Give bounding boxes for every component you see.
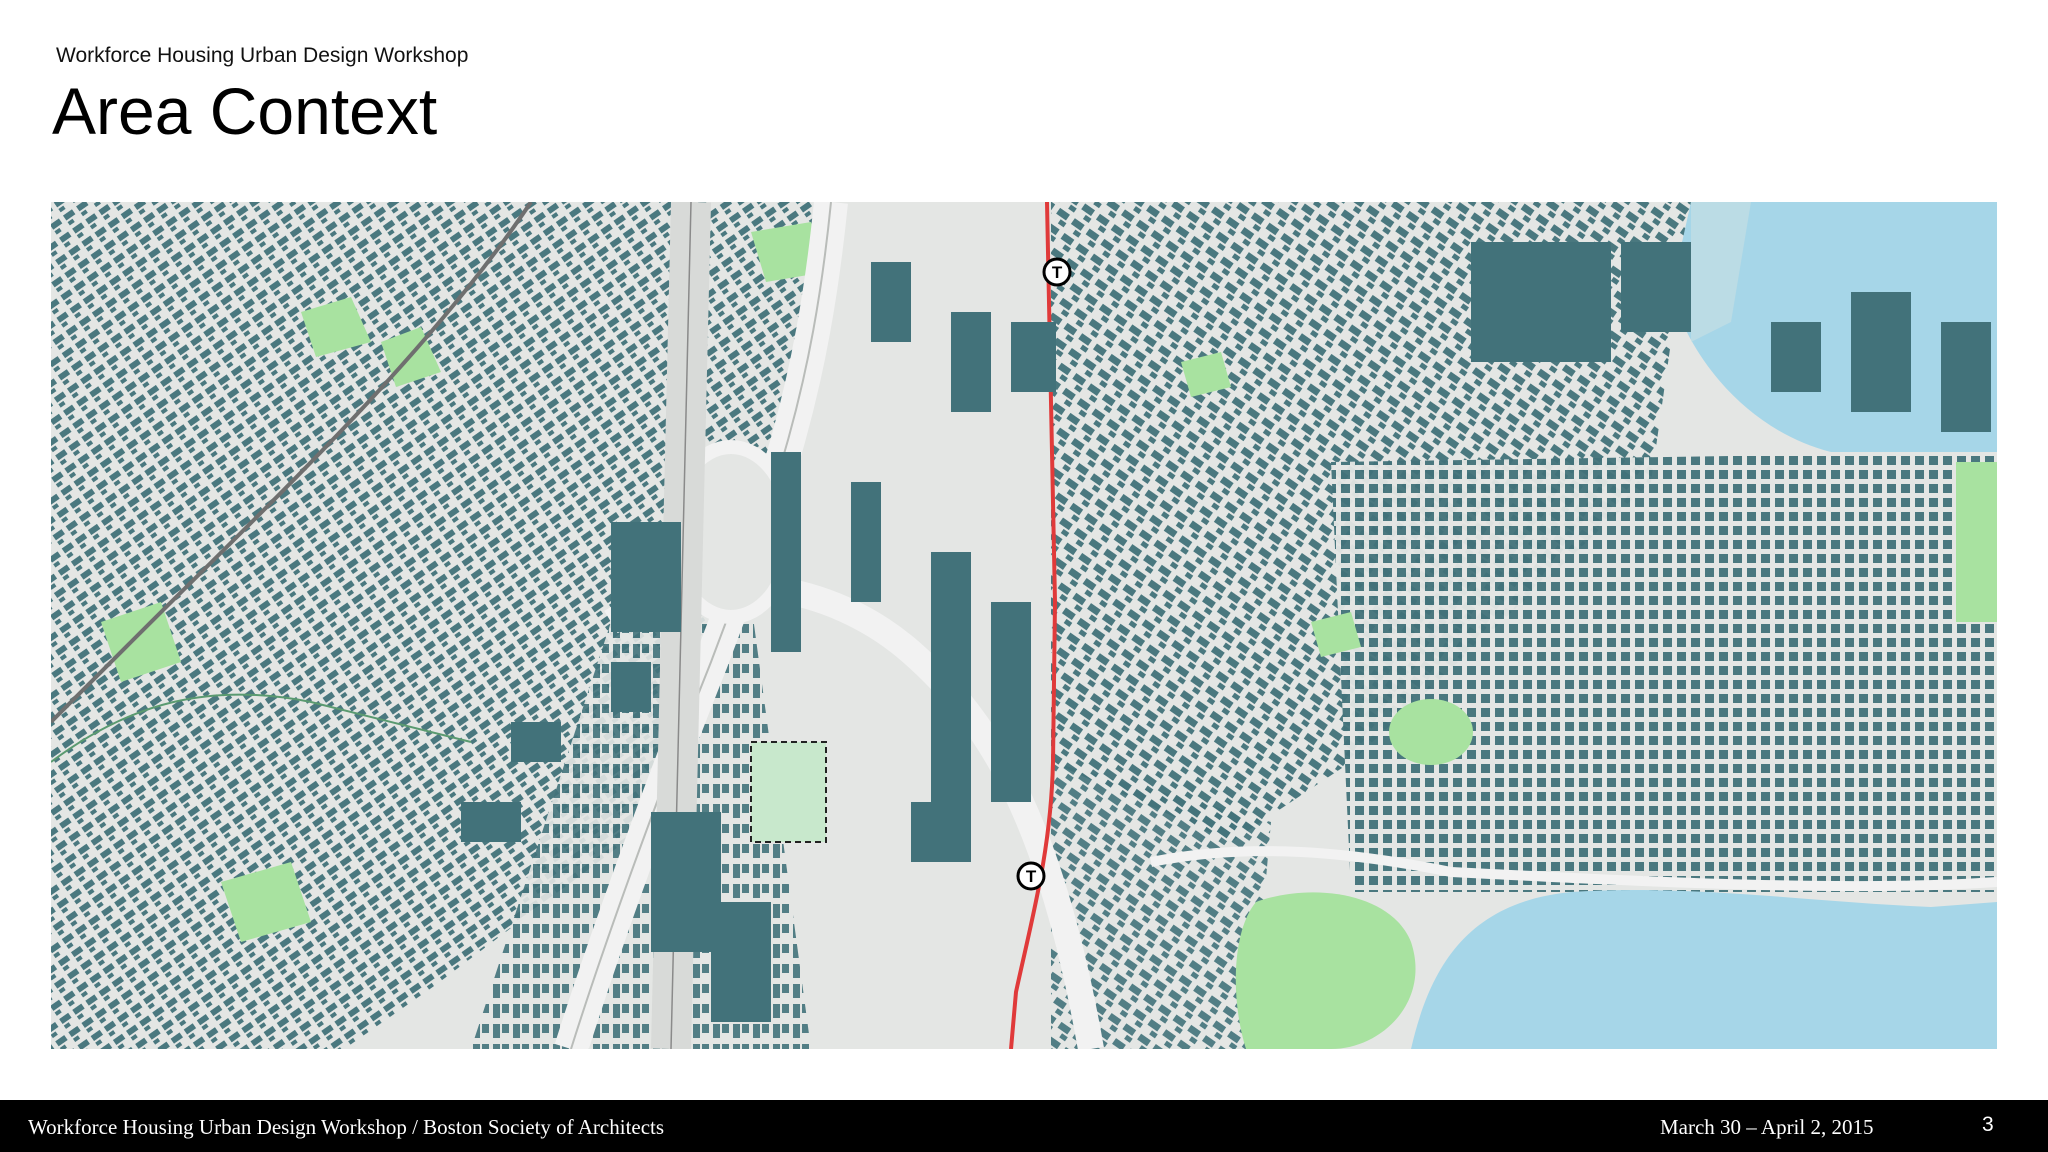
building-footprint [911, 802, 971, 862]
mbta-t-icon: T [1042, 257, 1072, 287]
slide-footer: Workforce Housing Urban Design Workshop … [0, 1100, 2048, 1152]
building-footprint [1621, 242, 1691, 332]
slide-eyebrow: Workforce Housing Urban Design Workshop [56, 44, 469, 67]
building-footprint [871, 262, 911, 342]
building-footprint [711, 902, 771, 1022]
building-footprint [611, 522, 681, 632]
mbta-t-icon: T [1016, 861, 1046, 891]
slide-title: Area Context [52, 74, 438, 148]
building-footprint [511, 722, 561, 762]
building-footprint [1771, 322, 1821, 392]
building-footprint [1471, 242, 1611, 362]
site-boundary [750, 741, 827, 843]
building-footprint [461, 802, 521, 842]
svg-text:T: T [1052, 263, 1063, 282]
building-footprint [951, 312, 991, 412]
page-number: 3 [1982, 1113, 1994, 1136]
building-footprint [851, 482, 881, 602]
area-context-map: T T [51, 202, 1997, 1049]
svg-text:T: T [1026, 867, 1037, 886]
building-footprint [991, 602, 1031, 802]
building-footprint [931, 552, 971, 812]
building-footprint [1941, 322, 1991, 432]
footer-credit: Workforce Housing Urban Design Workshop … [28, 1115, 665, 1139]
building-footprint [651, 812, 721, 952]
building-footprint [611, 662, 651, 712]
map-canvas: T T [51, 202, 1997, 1049]
building-footprint [771, 452, 801, 652]
footer-date: March 30 – April 2, 2015 [1660, 1115, 1874, 1139]
building-footprint [1851, 292, 1911, 412]
building-footprint [1011, 322, 1056, 392]
